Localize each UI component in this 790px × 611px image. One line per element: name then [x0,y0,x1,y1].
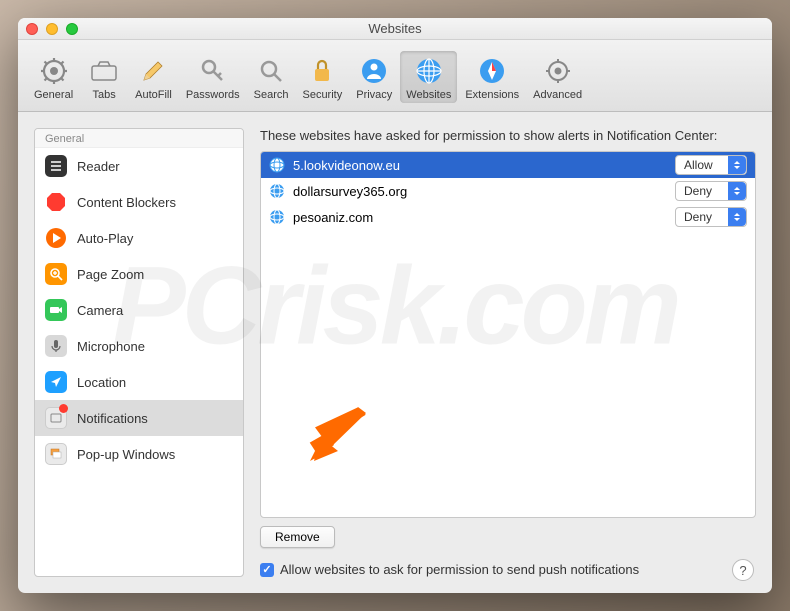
chevron-updown-icon [728,156,746,174]
preferences-toolbar: General Tabs AutoFill Passwords Search S… [18,40,772,112]
titlebar: Websites [18,18,772,40]
site-globe-icon [269,183,285,199]
sidebar-item-autoplay[interactable]: Auto-Play [35,220,243,256]
tab-search[interactable]: Search [248,51,295,103]
key-icon [197,55,229,87]
advanced-gear-icon [542,55,574,87]
tab-passwords-label: Passwords [186,89,240,101]
chevron-updown-icon [728,182,746,200]
permission-dropdown[interactable]: Deny [675,207,747,227]
website-list[interactable]: 5.lookvideonow.eu Allow dollarsurvey365.… [260,151,756,518]
preferences-window: Websites General Tabs AutoFill Passwords… [18,18,772,593]
tab-privacy[interactable]: Privacy [350,51,398,103]
website-row[interactable]: 5.lookvideonow.eu Allow [261,152,755,178]
website-domain: dollarsurvey365.org [293,184,667,199]
website-row[interactable]: dollarsurvey365.org Deny [261,178,755,204]
tab-advanced[interactable]: Advanced [527,51,588,103]
sidebar: General Reader Content Blockers Auto-Pla… [34,128,244,577]
gear-icon [38,55,70,87]
play-icon [45,227,67,249]
tab-security[interactable]: Security [296,51,348,103]
stop-icon [45,191,67,213]
compass-icon [476,55,508,87]
notification-badge-icon [59,404,68,413]
tab-privacy-label: Privacy [356,89,392,101]
main-panel: These websites have asked for permission… [260,128,756,577]
website-row[interactable]: pesoaniz.com Deny [261,204,755,230]
privacy-icon [358,55,390,87]
sidebar-item-notifications[interactable]: Notifications [35,400,243,436]
minimize-window-button[interactable] [46,23,58,35]
zoom-window-button[interactable] [66,23,78,35]
reader-icon [45,155,67,177]
globe-icon [413,55,445,87]
tabs-icon [88,55,120,87]
content-area: General Reader Content Blockers Auto-Pla… [18,112,772,593]
window-title: Websites [368,21,421,36]
allow-checkbox[interactable] [260,563,274,577]
tab-extensions-label: Extensions [465,89,519,101]
tab-general[interactable]: General [28,51,79,103]
sidebar-item-label: Reader [77,159,120,174]
sidebar-item-contentblockers[interactable]: Content Blockers [35,184,243,220]
tab-websites[interactable]: Websites [400,51,457,103]
remove-button[interactable]: Remove [260,526,335,548]
permission-dropdown[interactable]: Allow [675,155,747,175]
tab-advanced-label: Advanced [533,89,582,101]
tab-tabs[interactable]: Tabs [81,51,127,103]
allow-checkbox-label: Allow websites to ask for permission to … [280,562,639,577]
lock-icon [306,55,338,87]
sidebar-item-microphone[interactable]: Microphone [35,328,243,364]
sidebar-item-camera[interactable]: Camera [35,292,243,328]
window-stack-icon [45,443,67,465]
sidebar-item-label: Notifications [77,411,148,426]
sidebar-item-label: Location [77,375,126,390]
close-window-button[interactable] [26,23,38,35]
tab-general-label: General [34,89,73,101]
website-domain: 5.lookvideonow.eu [293,158,667,173]
microphone-icon [45,335,67,357]
tab-extensions[interactable]: Extensions [459,51,525,103]
below-list-controls: Remove [260,526,756,548]
website-domain: pesoaniz.com [293,210,667,225]
search-icon [255,55,287,87]
sidebar-item-pagezoom[interactable]: Page Zoom [35,256,243,292]
sidebar-item-popup[interactable]: Pop-up Windows [35,436,243,472]
main-heading: These websites have asked for permission… [260,128,756,143]
chevron-updown-icon [728,208,746,226]
location-icon [45,371,67,393]
tab-autofill[interactable]: AutoFill [129,51,178,103]
site-globe-icon [269,157,285,173]
tab-websites-label: Websites [406,89,451,101]
pencil-icon [137,55,169,87]
camera-icon [45,299,67,321]
sidebar-header: General [35,129,243,148]
tab-search-label: Search [254,89,289,101]
sidebar-item-reader[interactable]: Reader [35,148,243,184]
tab-tabs-label: Tabs [93,89,116,101]
sidebar-item-label: Microphone [77,339,145,354]
sidebar-item-label: Auto-Play [77,231,133,246]
tab-passwords[interactable]: Passwords [180,51,246,103]
sidebar-item-location[interactable]: Location [35,364,243,400]
traffic-lights [26,23,78,35]
sidebar-item-label: Page Zoom [77,267,144,282]
zoom-icon [45,263,67,285]
sidebar-item-label: Pop-up Windows [77,447,175,462]
site-globe-icon [269,209,285,225]
help-button[interactable]: ? [732,559,754,581]
permission-dropdown[interactable]: Deny [675,181,747,201]
tab-autofill-label: AutoFill [135,89,172,101]
tab-security-label: Security [302,89,342,101]
allow-checkbox-row: Allow websites to ask for permission to … [260,562,756,577]
sidebar-item-label: Content Blockers [77,195,176,210]
sidebar-item-label: Camera [77,303,123,318]
